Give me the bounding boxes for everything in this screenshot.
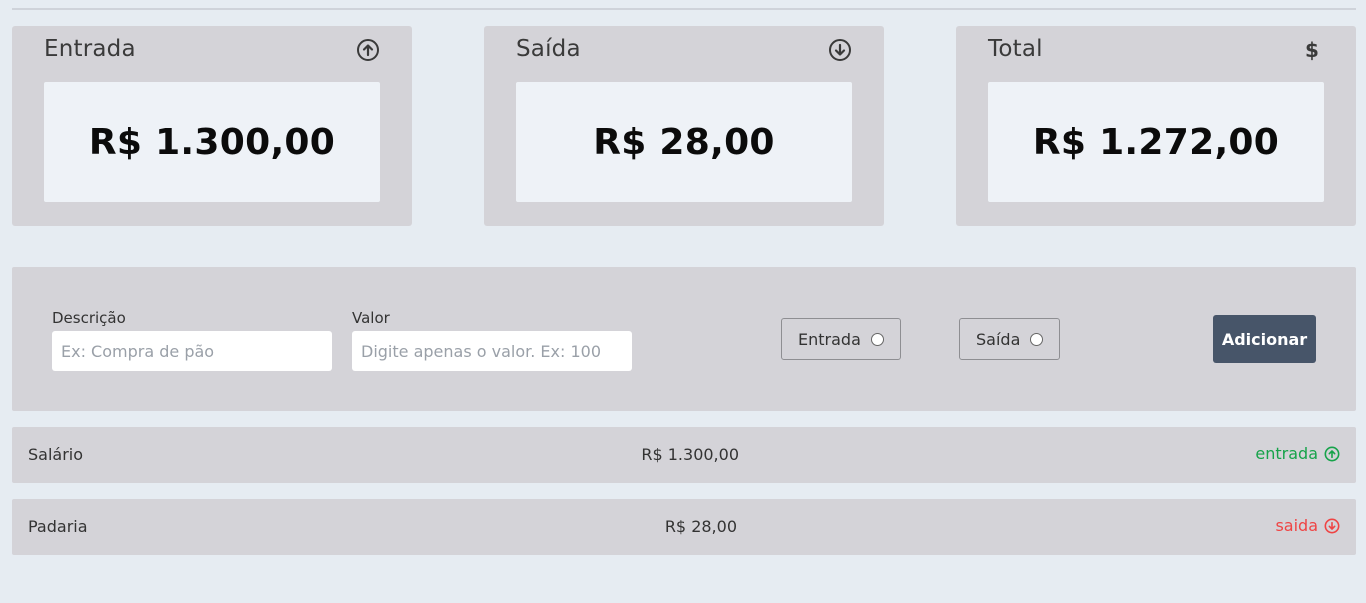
transaction-type-label: entrada xyxy=(1255,444,1318,463)
total-value: R$ 1.272,00 xyxy=(1032,121,1280,163)
description-input[interactable] xyxy=(52,331,332,371)
total-value-box: R$ 1.272,00 xyxy=(988,82,1324,202)
income-card-title: Entrada xyxy=(44,36,136,62)
radio-expense-label: Saída xyxy=(976,329,1021,349)
dollar-icon: $ xyxy=(1305,38,1319,62)
total-card: Total $ R$ 1.272,00 xyxy=(956,26,1356,226)
transaction-type-label: saida xyxy=(1275,516,1318,535)
transaction-row: Salário R$ 1.300,00 entrada xyxy=(12,427,1356,483)
transaction-form: Descrição Valor Entrada Saída Adicionar xyxy=(12,267,1356,411)
arrow-down-circle-icon xyxy=(1324,518,1340,534)
transaction-value: R$ 28,00 xyxy=(664,517,737,536)
arrow-down-circle-icon xyxy=(828,38,852,62)
expense-card-title: Saída xyxy=(516,36,581,62)
expense-value-box: R$ 28,00 xyxy=(516,82,852,202)
radio-expense[interactable]: Saída xyxy=(959,318,1061,360)
income-value-box: R$ 1.300,00 xyxy=(44,82,380,202)
transaction-description: Salário xyxy=(28,445,84,464)
top-divider xyxy=(12,8,1356,10)
income-value: R$ 1.300,00 xyxy=(88,121,336,163)
radio-income-label: Entrada xyxy=(798,329,861,349)
radio-income[interactable]: Entrada xyxy=(781,318,901,360)
value-label: Valor xyxy=(352,309,390,327)
description-label: Descrição xyxy=(52,309,126,327)
transaction-type: entrada xyxy=(1255,444,1340,463)
radio-expense-circle[interactable] xyxy=(1030,332,1044,346)
value-input[interactable] xyxy=(352,331,632,371)
transaction-value: R$ 1.300,00 xyxy=(641,445,739,464)
add-button[interactable]: Adicionar xyxy=(1213,315,1316,363)
income-card: Entrada R$ 1.300,00 xyxy=(12,26,412,226)
transaction-description: Padaria xyxy=(28,517,88,536)
transaction-row: Padaria R$ 28,00 saida xyxy=(12,499,1356,555)
transaction-type: saida xyxy=(1275,516,1340,535)
radio-income-circle[interactable] xyxy=(870,332,884,346)
arrow-up-circle-icon xyxy=(1324,446,1340,462)
expense-card: Saída R$ 28,00 xyxy=(484,26,884,226)
arrow-up-circle-icon xyxy=(356,38,380,62)
expense-value: R$ 28,00 xyxy=(593,121,775,163)
total-card-title: Total xyxy=(988,36,1043,62)
